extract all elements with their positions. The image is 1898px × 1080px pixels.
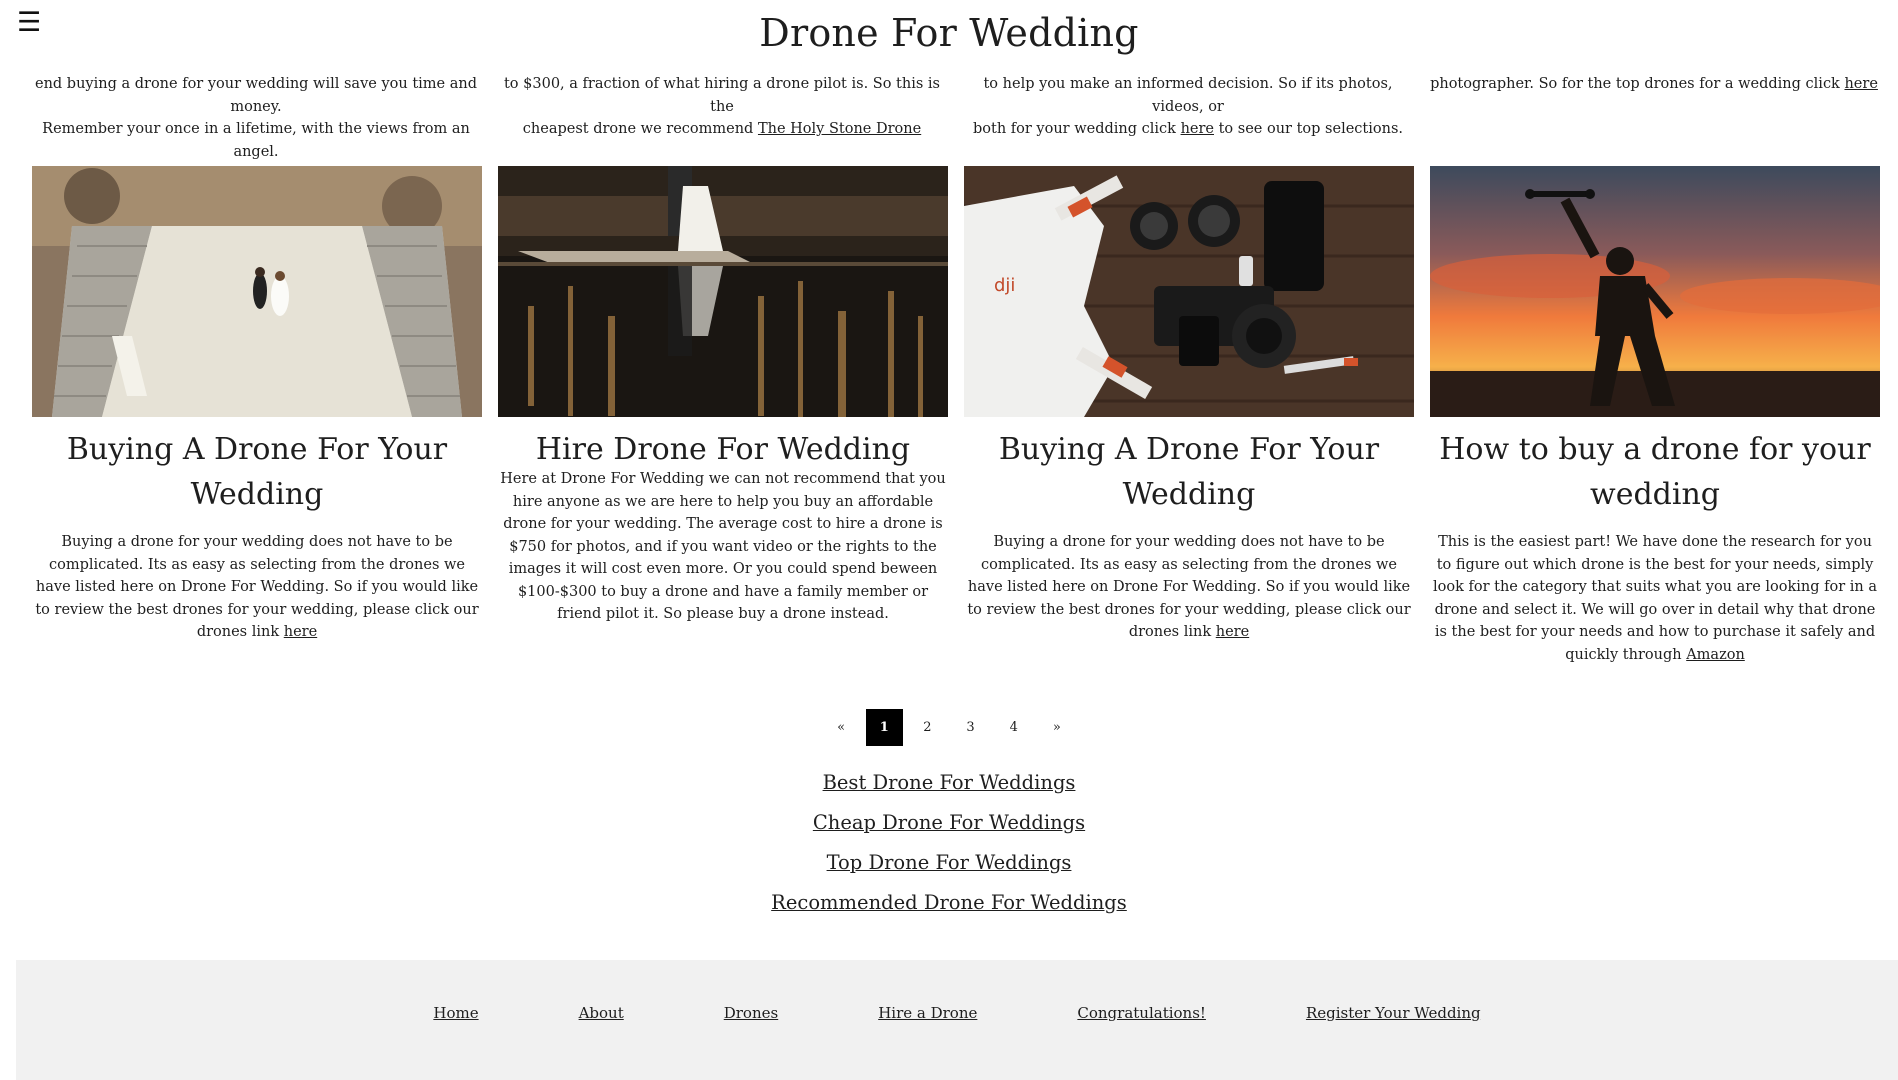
pagination-page-2[interactable]: 2	[909, 709, 946, 746]
holy-stone-drone-link[interactable]: The Holy Stone Drone	[758, 121, 921, 137]
svg-text:dji: dji	[994, 275, 1015, 296]
post-excerpt-text: This is the easiest part! We have done t…	[1432, 534, 1878, 663]
snippet-text: cheapest drone we recommend	[522, 121, 758, 137]
post-excerpt: This is the easiest part! We have done t…	[1430, 531, 1880, 666]
post-excerpt: Buying a drone for your wedding does not…	[32, 531, 482, 644]
pagination-next[interactable]: »	[1038, 709, 1075, 746]
footer: Home About Drones Hire a Drone Congratulatio…	[16, 960, 1898, 1080]
post-card-buying-drone-2: dji Buying A Drone For Your Wedding Buyi…	[964, 166, 1414, 644]
post-excerpt: Buying a drone for your wedding does not…	[964, 531, 1414, 644]
post-excerpt-text: Here at Drone For Wedding we can not rec…	[500, 471, 946, 622]
drone-gear-flatlay-image[interactable]: dji	[964, 166, 1414, 417]
top-selections-here-link[interactable]: here	[1181, 121, 1214, 137]
snippet-text: to help you make an informed decision. S…	[983, 76, 1393, 115]
top-drone-link[interactable]: Top Drone For Weddings	[0, 843, 1898, 883]
recommended-drone-link[interactable]: Recommended Drone For Weddings	[0, 883, 1898, 923]
pagination-page-1[interactable]: 1	[865, 709, 903, 746]
pagination-page-4[interactable]: 4	[995, 709, 1032, 746]
pagination: « 1 2 3 4 »	[0, 709, 1898, 746]
pagination-prev[interactable]: «	[823, 709, 860, 746]
lake-dock-wedding-image[interactable]	[498, 166, 948, 417]
footer-nav-about[interactable]: About	[579, 1004, 624, 1022]
aerial-wedding-couple-image[interactable]	[32, 166, 482, 417]
post-excerpt-text: Buying a drone for your wedding does not…	[967, 534, 1411, 640]
post-card-how-to-buy: How to buy a drone for your wedding This…	[1430, 166, 1880, 666]
related-links: Best Drone For Weddings Cheap Drone For …	[0, 763, 1898, 923]
post-title[interactable]: Buying A Drone For Your Wedding	[32, 427, 482, 517]
post-title[interactable]: Buying A Drone For Your Wedding	[964, 427, 1414, 517]
footer-nav: Home About Drones Hire a Drone Congratulatio…	[16, 1004, 1898, 1022]
top-snippet-1: end buying a drone for your wedding will…	[31, 73, 481, 163]
post-excerpt: Here at Drone For Wedding we can not rec…	[498, 468, 948, 626]
amazon-link[interactable]: Amazon	[1686, 647, 1745, 663]
snippet-text: to $300, a fraction of what hiring a dro…	[503, 76, 940, 115]
drones-here-link[interactable]: here	[284, 624, 317, 640]
snippet-text: photographer. So for the top drones for …	[1430, 76, 1845, 92]
sunset-drone-silhouette-image[interactable]	[1430, 166, 1880, 417]
footer-nav-drones[interactable]: Drones	[724, 1004, 778, 1022]
post-title[interactable]: Hire Drone For Wedding	[498, 427, 948, 472]
top-drones-here-link[interactable]: here	[1844, 76, 1877, 92]
snippet-text: end buying a drone for your wedding will…	[34, 76, 478, 115]
post-title[interactable]: How to buy a drone for your wedding	[1430, 427, 1880, 517]
snippet-text: to see our top selections.	[1214, 121, 1403, 137]
footer-nav-congratulations[interactable]: Congratulations!	[1077, 1004, 1206, 1022]
footer-nav-home[interactable]: Home	[433, 1004, 478, 1022]
snippet-text: both for your wedding click	[973, 121, 1181, 137]
pagination-page-3[interactable]: 3	[952, 709, 989, 746]
top-snippet-2: to $300, a fraction of what hiring a dro…	[497, 73, 947, 141]
site-title: Drone For Wedding	[759, 11, 1139, 55]
snippet-text: Remember your once in a lifetime, with t…	[42, 121, 470, 160]
post-card-buying-drone: Buying A Drone For Your Wedding Buying a…	[32, 166, 482, 644]
cheap-drone-link[interactable]: Cheap Drone For Weddings	[0, 803, 1898, 843]
post-card-hire-drone: Hire Drone For Wedding Here at Drone For…	[498, 166, 948, 626]
post-excerpt-text: Buying a drone for your wedding does not…	[35, 534, 479, 640]
top-snippet-3: to help you make an informed decision. S…	[963, 73, 1413, 141]
top-snippet-4: photographer. So for the top drones for …	[1429, 73, 1879, 96]
footer-nav-hire-a-drone[interactable]: Hire a Drone	[878, 1004, 977, 1022]
footer-nav-register-wedding[interactable]: Register Your Wedding	[1306, 1004, 1481, 1022]
drones-here-link[interactable]: here	[1216, 624, 1249, 640]
best-drone-link[interactable]: Best Drone For Weddings	[0, 763, 1898, 803]
